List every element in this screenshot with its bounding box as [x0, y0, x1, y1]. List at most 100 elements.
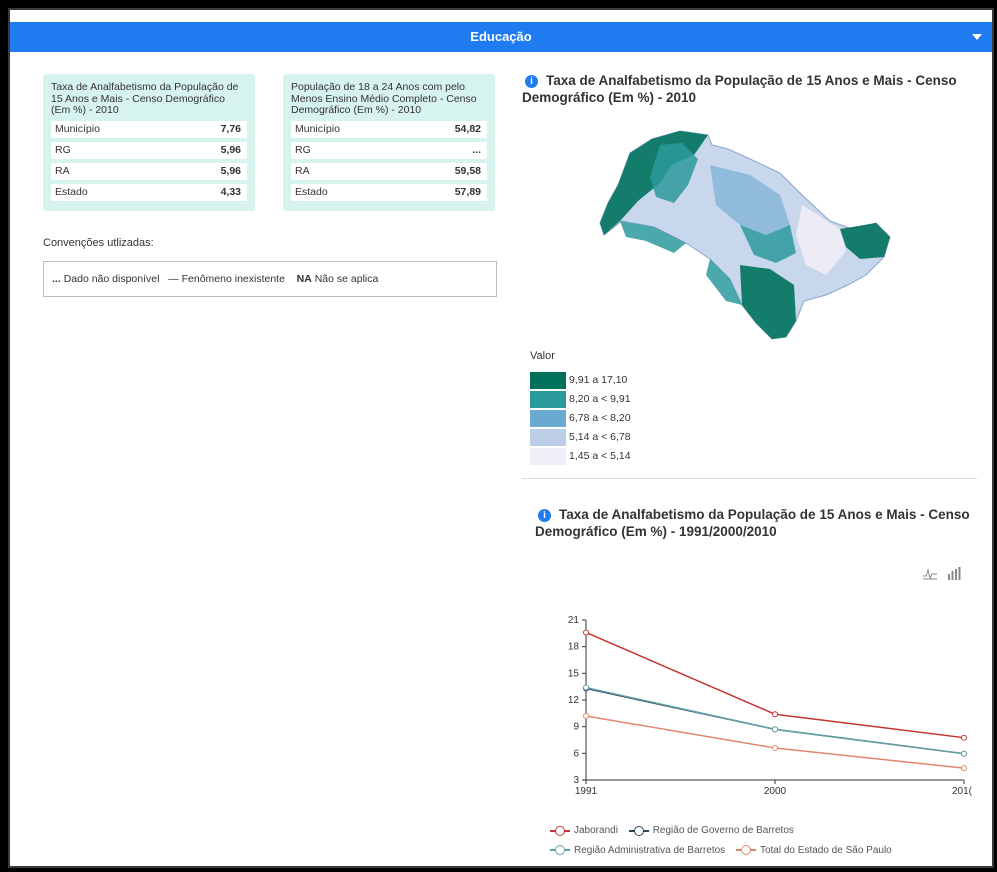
section-header-educacao[interactable]: Educação: [10, 22, 992, 52]
legend-series-label: Total do Estado de São Paulo: [759, 844, 892, 856]
card-row: RG 5,96: [51, 141, 247, 159]
map-title: i Taxa de Analfabetismo da População de 1…: [522, 72, 982, 106]
line-chart-icon[interactable]: [922, 568, 938, 580]
card-row: Estado 4,33: [51, 183, 247, 201]
card-row: RA 5,96: [51, 162, 247, 180]
y-tick-label: 21: [568, 615, 580, 626]
indicator-card-ensino-medio: População de 18 a 24 Anos com pelo Menos…: [283, 74, 495, 211]
row-label: RG: [295, 143, 311, 156]
dots-text: Dado não disponível: [63, 273, 160, 285]
sao-paulo-map[interactable]: [590, 125, 900, 340]
legend-swatch: [530, 428, 566, 446]
series-line-0: [585, 631, 965, 739]
legend-item[interactable]: 1,45 a < 5,14: [530, 447, 631, 465]
legend-item[interactable]: 5,14 a < 6,78: [530, 428, 631, 446]
row-value: ...: [472, 143, 481, 156]
dots-symbol: ...: [52, 273, 61, 285]
data-point: [772, 726, 778, 733]
legend-item[interactable]: 9,91 a 17,10: [530, 371, 631, 389]
row-label: Estado: [295, 185, 328, 198]
conventions-box: ... Dado não disponível — Fenômeno inexi…: [43, 261, 497, 297]
chevron-down-icon[interactable]: [972, 34, 982, 40]
legend-marker: [628, 825, 649, 836]
row-label: Município: [295, 122, 340, 135]
row-value: 57,89: [454, 185, 481, 198]
legend-swatch: [530, 371, 566, 389]
data-point: [583, 684, 589, 691]
legend-series-label: Região de Governo de Barretos: [652, 825, 794, 836]
map-legend: 9,91 a 17,10 8,20 a < 9,91 6,78 a < 8,20…: [530, 371, 631, 466]
series-line-3: [585, 715, 965, 769]
info-icon[interactable]: i: [538, 508, 551, 522]
data-point: [961, 750, 967, 757]
row-value: 59,58: [454, 164, 481, 177]
info-icon[interactable]: i: [525, 74, 538, 88]
x-tick-label: 2000: [764, 786, 787, 797]
data-point: [961, 765, 967, 772]
legend-label: 1,45 a < 5,14: [569, 450, 631, 462]
card-row: RA 59,58: [291, 162, 487, 180]
line-chart-legend: Jaborandi Região de Governo de Barretos …: [550, 822, 900, 861]
row-value: 5,96: [220, 143, 241, 156]
y-tick-label: 15: [568, 668, 580, 679]
legend-series-1[interactable]: Região de Governo de Barretos: [628, 822, 794, 839]
row-value: 5,96: [220, 164, 241, 177]
conventions-label: Convenções utlizadas:: [43, 237, 154, 249]
row-label: RA: [55, 164, 70, 177]
data-point: [772, 745, 778, 751]
na-text: Não se aplica: [314, 273, 379, 285]
legend-series-2[interactable]: Região Administrativa de Barretos: [550, 842, 725, 859]
map-legend-title: Valor: [530, 350, 555, 362]
legend-label: 8,20 a < 9,91: [569, 393, 631, 405]
legend-series-label: Jaborandi: [574, 825, 618, 836]
legend-label: 9,91 a 17,10: [569, 374, 628, 386]
line-chart-title-text: Taxa de Analfabetismo da População de 15…: [535, 507, 970, 539]
row-value: 7,76: [220, 122, 241, 135]
card-title: Taxa de Analfabetismo da População de 15…: [51, 81, 239, 116]
card-row: RG...: [291, 141, 487, 159]
x-tick-label: 201(: [952, 786, 972, 797]
section-title: Educação: [470, 29, 532, 44]
row-label: RG: [55, 143, 71, 156]
legend-swatch: [530, 390, 566, 408]
row-value: 54,82: [454, 122, 481, 135]
y-tick-label: 18: [568, 642, 580, 653]
data-point: [772, 711, 778, 718]
series-line-1: [585, 687, 965, 755]
data-point: [583, 713, 589, 719]
legend-label: 6,78 a < 8,20: [569, 412, 631, 424]
x-tick-label: 1991: [575, 786, 598, 797]
line-chart-title: i Taxa de Analfabetismo da População de 1…: [535, 506, 975, 540]
y-tick-label: 3: [573, 775, 579, 786]
bar-chart-icon[interactable]: [947, 567, 961, 580]
legend-label: 5,14 a < 6,78: [569, 431, 631, 443]
row-label: Município: [55, 122, 100, 135]
series-line-2: [585, 686, 965, 755]
legend-item[interactable]: 6,78 a < 8,20: [530, 409, 631, 427]
row-label: Estado: [55, 185, 88, 198]
card-row: Estado 57,89: [291, 183, 487, 201]
y-tick-label: 6: [573, 748, 579, 759]
na-symbol: NA: [296, 273, 312, 285]
legend-marker: [550, 825, 570, 836]
indicator-card-analfabetismo: Taxa de Analfabetismo da População de 15…: [43, 74, 255, 211]
dash-text: Fenômeno inexistente: [181, 273, 285, 285]
app-frame: Educação Taxa de Analfabetismo da Popula…: [8, 8, 994, 868]
legend-series-label: Região Administrativa de Barretos: [574, 844, 726, 856]
data-point: [961, 734, 967, 741]
card-title: População de 18 a 24 Anos com pelo Menos…: [291, 81, 477, 116]
legend-item[interactable]: 8,20 a < 9,91: [530, 390, 631, 408]
y-tick-label: 9: [573, 722, 579, 733]
legend-series-3[interactable]: Total do Estado de São Paulo: [735, 842, 892, 859]
line-chart: 3 6 9 12 15 18 21 1991 2000 201(: [568, 615, 972, 797]
legend-series-0[interactable]: Jaborandi: [550, 822, 618, 839]
legend-marker: [550, 845, 570, 855]
card-row: Município 54,82: [291, 120, 487, 138]
row-label: RA: [295, 164, 310, 177]
row-value: 4,33: [220, 185, 241, 198]
legend-swatch: [530, 409, 566, 427]
y-tick-label: 12: [568, 695, 580, 706]
legend-marker: [735, 845, 756, 855]
data-point: [583, 629, 589, 636]
map-title-text: Taxa de Analfabetismo da População de 15…: [522, 73, 957, 105]
